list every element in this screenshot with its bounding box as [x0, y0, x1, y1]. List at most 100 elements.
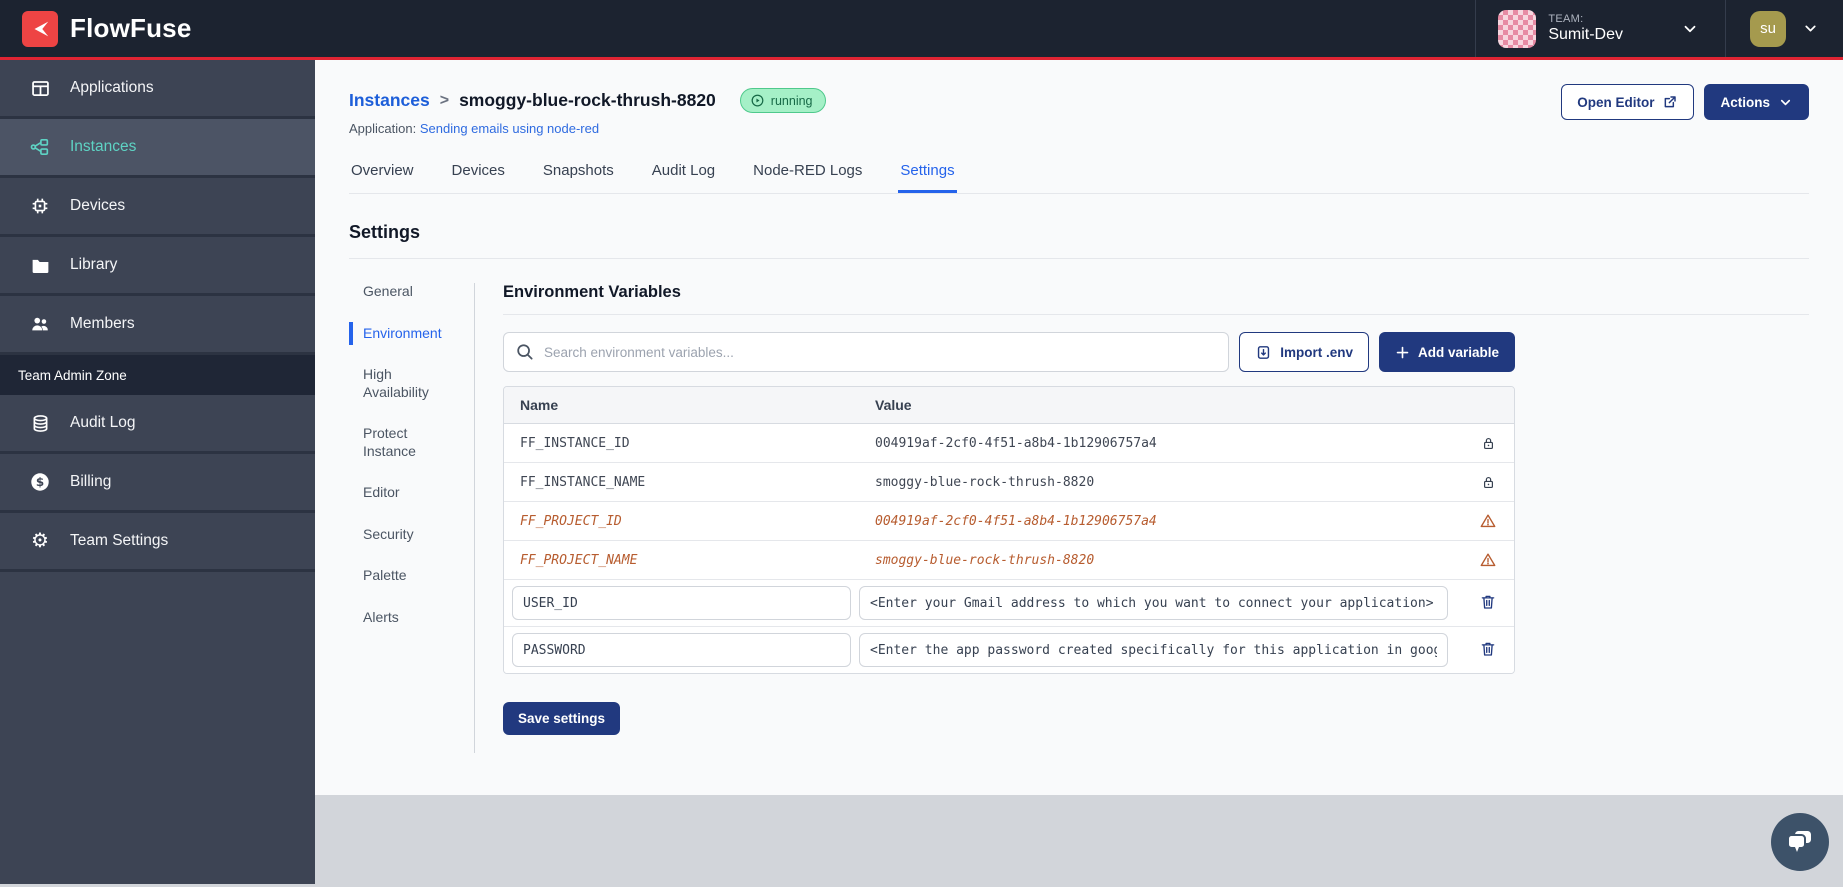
- team-admin-zone-label: Team Admin Zone: [0, 355, 315, 395]
- table-row: FF_INSTANCE_NAME smoggy-blue-rock-thrush…: [504, 463, 1514, 502]
- env-name-input[interactable]: [512, 633, 851, 667]
- sidebar-item-label: Team Settings: [70, 532, 169, 549]
- settings-nav-protect-instance[interactable]: Protect Instance: [363, 425, 455, 460]
- sidebar-item-label: Library: [70, 256, 118, 273]
- sidebar-item-label: Devices: [70, 197, 126, 214]
- chevron-down-icon: [1802, 20, 1819, 37]
- save-settings-button[interactable]: Save settings: [503, 702, 621, 735]
- chevron-down-icon: [1681, 20, 1699, 38]
- delete-variable-button[interactable]: [1475, 589, 1501, 618]
- column-header-value: Value: [875, 397, 912, 413]
- user-menu[interactable]: su: [1725, 0, 1843, 57]
- table-row: [504, 627, 1514, 673]
- table-row: FF_PROJECT_NAME smoggy-blue-rock-thrush-…: [504, 541, 1514, 580]
- tab-settings[interactable]: Settings: [898, 158, 957, 193]
- settings-nav-alerts[interactable]: Alerts: [363, 609, 455, 627]
- env-name: FF_PROJECT_ID: [520, 513, 622, 529]
- dollar-icon: $: [28, 471, 52, 493]
- sidebar-item-audit-log[interactable]: Audit Log: [0, 395, 315, 454]
- add-variable-button[interactable]: Add variable: [1378, 332, 1515, 372]
- warning-icon: [1462, 512, 1514, 530]
- table-row: FF_INSTANCE_ID 004919af-2cf0-4f51-a8b4-1…: [504, 424, 1514, 463]
- trash-icon: [1479, 593, 1497, 614]
- flowfuse-logo-icon: [22, 10, 58, 47]
- env-value: 004919af-2cf0-4f51-a8b4-1b12906757a4: [875, 435, 1157, 451]
- table-row: [504, 580, 1514, 627]
- env-value-input[interactable]: [859, 633, 1448, 667]
- page-title: Settings: [349, 222, 421, 242]
- table-body: FF_INSTANCE_ID 004919af-2cf0-4f51-a8b4-1…: [504, 424, 1514, 673]
- column-header-name: Name: [520, 397, 559, 413]
- env-name: FF_PROJECT_NAME: [520, 552, 638, 568]
- actions-button[interactable]: Actions: [1704, 84, 1809, 120]
- devices-icon: [28, 195, 52, 217]
- sidebar-item-label: Applications: [70, 79, 154, 96]
- document-download-icon: [1255, 344, 1272, 361]
- settings-nav-general[interactable]: General: [363, 283, 455, 301]
- chevron-down-icon: [1778, 95, 1793, 110]
- application-line: Application: Sending emails using node-r…: [349, 121, 600, 136]
- sidebar-item-label: Members: [70, 315, 135, 332]
- settings-subnav: General Environment High Availability Prote…: [349, 283, 475, 753]
- env-name: FF_INSTANCE_ID: [520, 435, 630, 451]
- tab-devices[interactable]: Devices: [450, 158, 507, 193]
- env-value: smoggy-blue-rock-thrush-8820: [875, 552, 1095, 568]
- team-name: Sumit-Dev: [1548, 26, 1623, 43]
- sidebar-item-billing[interactable]: $ Billing: [0, 454, 315, 513]
- delete-variable-button[interactable]: [1475, 636, 1501, 665]
- team-selector[interactable]: TEAM: Sumit-Dev: [1475, 0, 1725, 57]
- sidebar-item-team-settings[interactable]: ⚙︎ Team Settings: [0, 513, 315, 572]
- sidebar-item-devices[interactable]: Devices: [0, 178, 315, 237]
- user-avatar: su: [1750, 10, 1786, 47]
- sidebar-item-label: Billing: [70, 473, 112, 490]
- play-circle-icon: [750, 93, 765, 108]
- chat-icon: [1784, 826, 1816, 858]
- settings-nav-editor[interactable]: Editor: [363, 484, 455, 502]
- settings-nav-environment[interactable]: Environment: [349, 321, 455, 345]
- env-value-input[interactable]: [859, 586, 1448, 620]
- env-value: smoggy-blue-rock-thrush-8820: [875, 474, 1095, 490]
- database-icon: [28, 413, 52, 434]
- settings-nav-high-availability[interactable]: High Availability: [363, 366, 455, 401]
- members-icon: [28, 313, 52, 335]
- main-content: Instances > smoggy-blue-rock-thrush-8820…: [315, 60, 1843, 795]
- instance-tabs: Overview Devices Snapshots Audit Log Node-RE…: [349, 158, 1809, 194]
- sidebar-item-members[interactable]: Members: [0, 296, 315, 355]
- sidebar-item-applications[interactable]: Applications: [0, 60, 315, 119]
- env-name-input[interactable]: [512, 586, 851, 620]
- import-env-button[interactable]: Import .env: [1239, 332, 1369, 372]
- lock-icon: [1462, 474, 1514, 491]
- team-avatar: [1498, 9, 1537, 48]
- gear-icon: ⚙︎: [31, 530, 49, 552]
- lock-icon: [1462, 435, 1514, 452]
- brand-name: FlowFuse: [70, 13, 192, 43]
- tab-audit-log[interactable]: Audit Log: [650, 158, 717, 193]
- tab-snapshots[interactable]: Snapshots: [541, 158, 616, 193]
- top-navbar: FlowFuse TEAM: Sumit-Dev su: [0, 0, 1843, 60]
- breadcrumb-instances-link[interactable]: Instances: [349, 90, 430, 111]
- svg-text:$: $: [36, 475, 44, 489]
- status-badge: running: [739, 88, 826, 113]
- sidebar-item-instances[interactable]: Instances: [0, 119, 315, 178]
- tab-overview[interactable]: Overview: [349, 158, 416, 193]
- table-header: Name Value: [504, 387, 1514, 424]
- settings-nav-security[interactable]: Security: [363, 526, 455, 544]
- env-value: 004919af-2cf0-4f51-a8b4-1b12906757a4: [875, 513, 1157, 529]
- tab-node-red-logs[interactable]: Node-RED Logs: [751, 158, 864, 193]
- chat-widget-button[interactable]: [1771, 813, 1829, 871]
- instance-name: smoggy-blue-rock-thrush-8820: [459, 90, 716, 110]
- search-icon: [514, 341, 535, 367]
- sidebar-item-label: Audit Log: [70, 414, 136, 431]
- application-link[interactable]: Sending emails using node-red: [420, 121, 599, 136]
- brand[interactable]: FlowFuse: [0, 10, 192, 47]
- warning-icon: [1462, 551, 1514, 569]
- sidebar-item-label: Instances: [70, 138, 137, 155]
- settings-nav-palette[interactable]: Palette: [363, 567, 455, 585]
- plus-icon: [1395, 345, 1410, 360]
- table-row: FF_PROJECT_ID 004919af-2cf0-4f51-a8b4-1b…: [504, 502, 1514, 541]
- env-section-title: Environment Variables: [503, 283, 681, 301]
- search-input[interactable]: [503, 332, 1230, 372]
- sidebar-item-library[interactable]: Library: [0, 237, 315, 296]
- open-editor-button[interactable]: Open Editor: [1561, 84, 1695, 120]
- external-link-icon: [1662, 94, 1678, 110]
